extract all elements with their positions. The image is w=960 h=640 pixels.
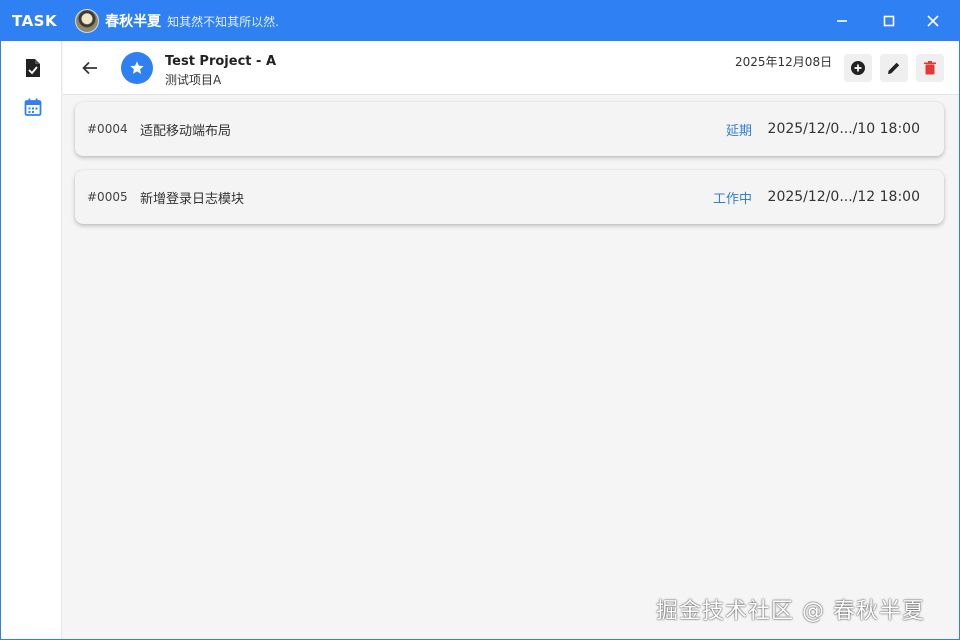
sidebar-item-calendar[interactable]	[22, 96, 44, 118]
avatar[interactable]	[75, 9, 100, 33]
title-bar[interactable]: TASK 春秋半夏 知其然不知其所以然.	[1, 1, 959, 41]
task-card[interactable]: #0004 适配移动端布局 延期 2025/12/0.../10 18:00	[75, 102, 944, 156]
close-button[interactable]	[913, 1, 953, 41]
minimize-icon	[837, 20, 847, 22]
back-button[interactable]	[79, 57, 101, 79]
task-name: 新增登录日志模块	[140, 191, 245, 207]
task-status: 工作中	[712, 191, 752, 207]
header-date: 2025年12月08日	[735, 55, 833, 69]
edit-project-button[interactable]	[880, 54, 908, 82]
task-list: #0004 适配移动端布局 延期 2025/12/0.../10 18:00 #…	[75, 102, 944, 238]
close-icon	[927, 15, 939, 27]
task-id: #0004	[87, 122, 128, 136]
sidebar	[1, 41, 62, 639]
app-name: TASK	[12, 12, 58, 30]
task-card[interactable]: #0005 新增登录日志模块 工作中 2025/12/0.../12 18:00	[75, 170, 944, 224]
add-task-button[interactable]	[844, 54, 872, 82]
task-id: #0005	[87, 190, 128, 204]
project-title: Test Project - A	[165, 54, 277, 69]
task-name: 适配移动端布局	[140, 123, 232, 139]
project-header: Test Project - A 测试项目A 2025年12月08日	[63, 41, 959, 95]
edit-icon	[888, 62, 900, 74]
task-status: 延期	[725, 123, 752, 139]
minimize-button[interactable]	[822, 1, 862, 41]
window-controls	[822, 1, 959, 41]
user-name: 春秋半夏	[105, 14, 162, 30]
delete-project-button[interactable]	[916, 54, 944, 82]
star-icon	[130, 61, 144, 74]
arrow-left-icon	[82, 61, 97, 75]
project-subtitle: 测试项目A	[165, 73, 222, 87]
maximize-button[interactable]	[869, 1, 909, 41]
task-date: 2025/12/0.../12 18:00	[767, 189, 920, 205]
user-motto: 知其然不知其所以然.	[167, 14, 279, 29]
sidebar-item-tasks[interactable]	[22, 57, 44, 79]
task-date: 2025/12/0.../10 18:00	[767, 121, 920, 137]
add-icon	[851, 61, 865, 75]
delete-icon	[924, 61, 936, 75]
project-avatar	[121, 52, 153, 84]
watermark: 掘金技术社区 @ 春秋半夏	[656, 599, 925, 624]
app-window: TASK 春秋半夏 知其然不知其所以然. Test Project - A 测试…	[0, 0, 960, 640]
maximize-icon	[883, 15, 895, 27]
calendar-icon	[24, 98, 42, 116]
task-check-icon	[26, 59, 40, 77]
